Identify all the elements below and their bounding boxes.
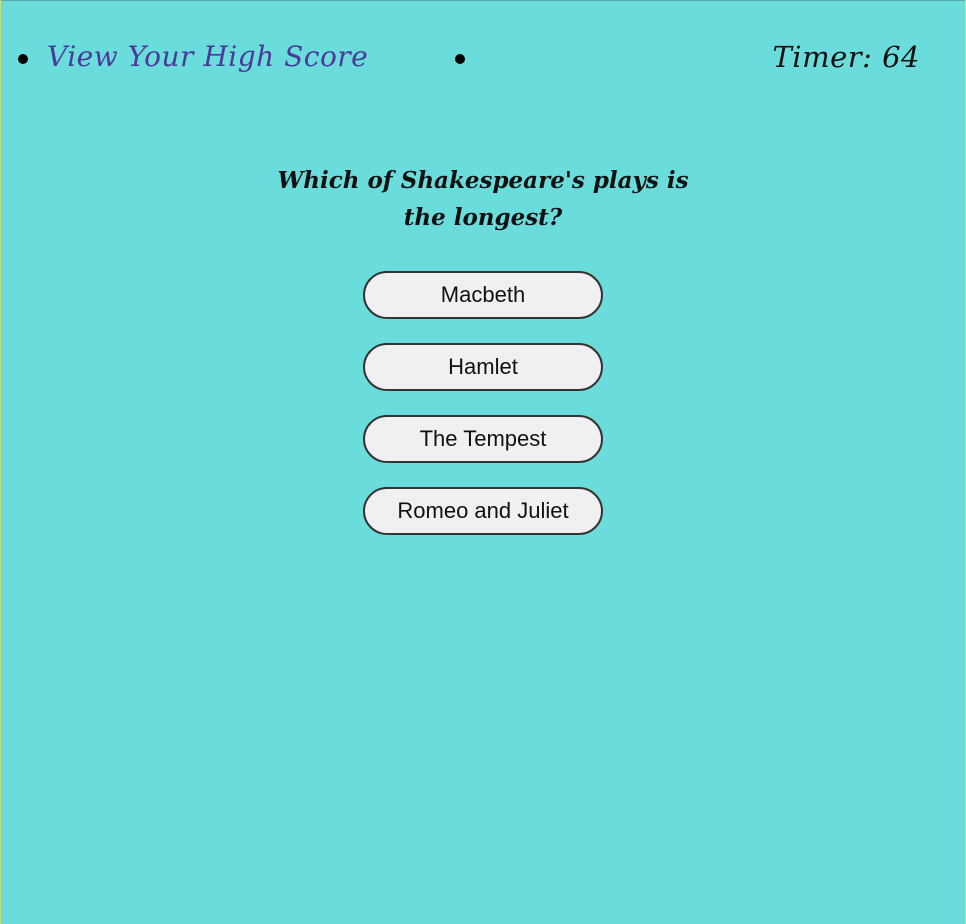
answer-button-hamlet[interactable]: Hamlet: [363, 343, 603, 391]
timer-display: Timer: 64: [772, 40, 920, 74]
list-bullet-icon: [18, 54, 28, 64]
top-nav: View Your High Score Timer: 64: [0, 0, 966, 120]
question-container: Which of Shakespeare's plays is the long…: [0, 162, 966, 236]
answer-list: Macbeth Hamlet The Tempest Romeo and Jul…: [363, 271, 603, 559]
view-high-score-link[interactable]: View Your High Score: [47, 40, 368, 73]
question-text: Which of Shakespeare's plays is the long…: [277, 167, 689, 231]
answer-button-the-tempest[interactable]: The Tempest: [363, 415, 603, 463]
answer-button-romeo-and-juliet[interactable]: Romeo and Juliet: [363, 487, 603, 535]
answer-button-macbeth[interactable]: Macbeth: [363, 271, 603, 319]
list-bullet-icon: [455, 54, 465, 64]
